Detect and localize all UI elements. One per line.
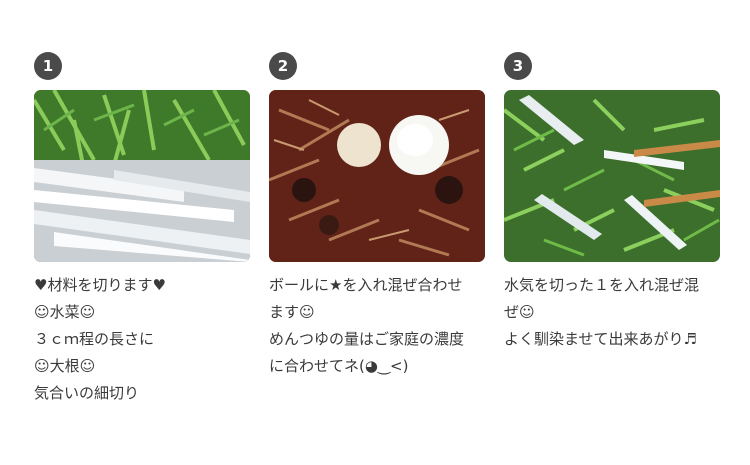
mixed-salad-chopsticks-photo[interactable] (504, 90, 720, 262)
dressing-mix-bowl-photo[interactable] (269, 90, 485, 262)
step-text-line: ます☺ (269, 303, 315, 321)
step-text-line: ボールに★を入れ混ぜ合わせ (269, 276, 463, 294)
step-text-line: ☺大根☺ (34, 357, 96, 375)
step-description: 水気を切った１を入れ混ぜ混 ぜ☺ よく馴染ませて出来あがり♬ (504, 272, 720, 353)
step-number-badge: 2 (269, 52, 297, 80)
step-text-line: めんつゆの量はご家庭の濃度 (269, 330, 465, 348)
step-number-badge: 3 (504, 52, 532, 80)
recipe-steps: 1 ♥材料を切ります♥ ☺水菜☺ ３ｃｍ程の長さに ☺大根☺ 気合いの細切り 2 (0, 0, 750, 465)
step-text-line: 水気を切った１を入れ混ぜ混 (504, 276, 700, 294)
mizuna-and-daikon-photo[interactable] (34, 90, 250, 262)
step-text-line: ♥材料を切ります♥ (34, 276, 166, 294)
step-2: 2 ボールに★を入れ混ぜ合わせ ます☺ めんつゆの量はご家庭の濃度 に合わせてネ… (269, 52, 485, 380)
step-text-line: よく馴染ませて出来あがり♬ (504, 330, 697, 348)
step-description: ボールに★を入れ混ぜ合わせ ます☺ めんつゆの量はご家庭の濃度 に合わせてネ(◕… (269, 272, 485, 380)
step-text-line: ３ｃｍ程の長さに (34, 330, 155, 348)
step-text-line: 気合いの細切り (34, 384, 140, 402)
step-text-line: ☺水菜☺ (34, 303, 96, 321)
step-3: 3 水気を切った１を入れ混ぜ混 ぜ☺ よく馴染ませて出来あがり♬ (504, 52, 720, 353)
step-1: 1 ♥材料を切ります♥ ☺水菜☺ ３ｃｍ程の長さに ☺大根☺ 気合いの細切り (34, 52, 250, 407)
step-description: ♥材料を切ります♥ ☺水菜☺ ３ｃｍ程の長さに ☺大根☺ 気合いの細切り (34, 272, 250, 407)
step-text-line: ぜ☺ (504, 303, 535, 321)
step-number-badge: 1 (34, 52, 62, 80)
step-text-line: に合わせてネ(◕‿<) (269, 357, 409, 375)
